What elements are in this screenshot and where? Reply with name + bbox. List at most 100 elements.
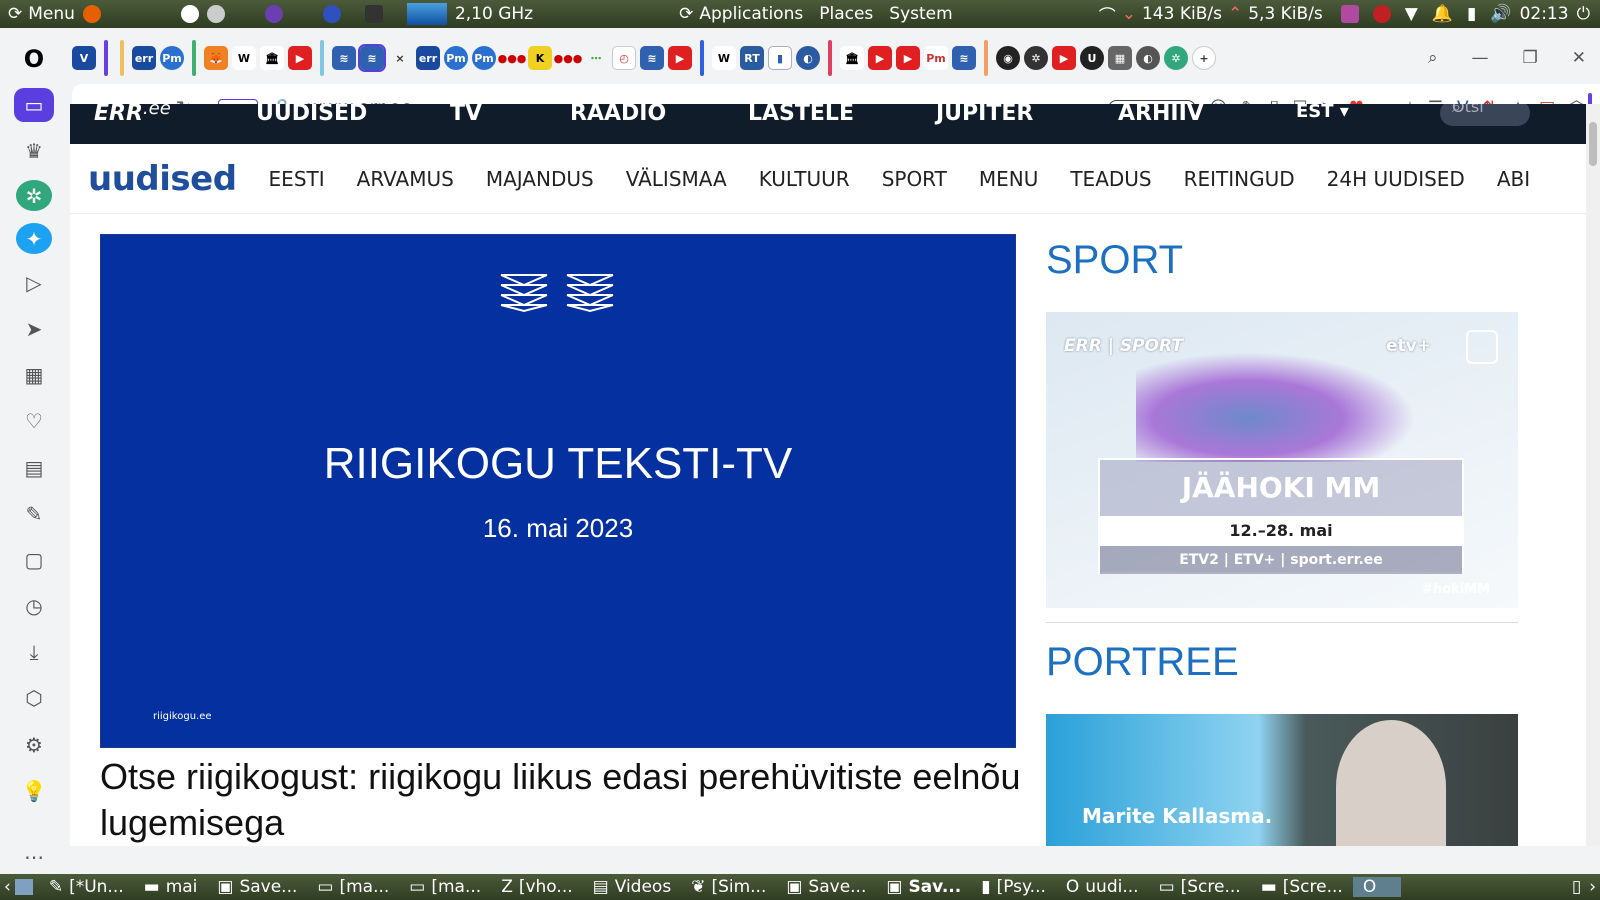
tab-favicon[interactable]: ●●● xyxy=(554,46,583,70)
accessibility-icon[interactable] xyxy=(180,5,199,23)
tab-favicon[interactable]: RT xyxy=(740,46,764,70)
tabs-icon[interactable]: ▢ xyxy=(14,543,54,577)
tab-favicon[interactable]: ◐ xyxy=(796,46,820,70)
taskbar-item[interactable]: O xyxy=(1352,877,1401,897)
firefox-icon[interactable] xyxy=(82,5,101,23)
tab-favicon[interactable]: 🏛 xyxy=(840,46,864,70)
app-tray-icon[interactable] xyxy=(1340,5,1359,23)
heart-icon[interactable]: ♡ xyxy=(14,404,54,438)
search-input[interactable]: Otsi ⌕ xyxy=(1440,104,1530,126)
tab-favicon[interactable]: W xyxy=(232,46,256,70)
nav-reitingud[interactable]: REITINGUD xyxy=(1184,167,1295,191)
tab-favicon[interactable]: Pm xyxy=(924,46,948,70)
taskbar-item[interactable]: ❦ [Sim... xyxy=(681,877,776,897)
tab-search-icon[interactable]: ⌕ xyxy=(1428,48,1438,68)
tab-favicon[interactable]: ▶ xyxy=(288,46,312,70)
history-icon[interactable]: ◷ xyxy=(14,589,54,623)
tab-favicon[interactable]: ◴ xyxy=(612,46,636,70)
system-menu[interactable]: System xyxy=(881,4,960,24)
tab-favicon[interactable]: err xyxy=(416,46,440,70)
chatgpt-icon[interactable]: ✲ xyxy=(16,180,52,212)
taskbar-right-arrow-icon[interactable]: › xyxy=(1585,877,1600,897)
topnav-tv[interactable]: TV xyxy=(450,104,482,126)
hero-video[interactable]: RIIGIKOGU TEKSTI-TV 16. mai 2023 riigiko… xyxy=(100,234,1016,748)
volume-icon[interactable]: 🔊 xyxy=(1490,4,1511,24)
taskbar-item[interactable]: ▭ [ma... xyxy=(399,877,491,897)
taskbar-item[interactable]: ▤ Videos xyxy=(583,877,682,897)
article-headline[interactable]: Otse riigikogust: riigikogu liikus edasi… xyxy=(100,754,1040,846)
extensions-icon[interactable]: ⬡ xyxy=(14,681,54,715)
tab-favicon[interactable]: ▶ xyxy=(868,46,892,70)
nav-arvamus[interactable]: ARVAMUS xyxy=(357,167,454,191)
tab-favicon[interactable]: ▶ xyxy=(896,46,920,70)
power-icon[interactable]: ⏻ xyxy=(1577,4,1590,24)
twitter-icon[interactable]: ✦ xyxy=(16,223,52,254)
nav-valismaa[interactable]: VÄLISMAA xyxy=(626,167,727,191)
battery-icon[interactable]: ▮ xyxy=(1467,4,1476,24)
notification-icon[interactable]: 🔔 xyxy=(1432,4,1453,24)
tab-favicon[interactable]: ◉ xyxy=(996,46,1020,70)
tab-favicon[interactable]: Pm xyxy=(444,46,468,70)
nav-menu[interactable]: MENU xyxy=(979,167,1039,191)
scrollbar-thumb[interactable] xyxy=(1589,122,1597,166)
network-icon[interactable]: ▼ xyxy=(1405,4,1418,24)
tab-favicon[interactable]: ✲ xyxy=(1024,46,1048,70)
topnav-uudised[interactable]: UUDISED xyxy=(256,104,367,126)
nav-teadus[interactable]: TEADUS xyxy=(1070,167,1151,191)
trash-icon[interactable]: ▯ xyxy=(1568,877,1585,897)
news-icon[interactable]: ▤ xyxy=(14,451,54,485)
tab-favicon[interactable]: K xyxy=(528,46,552,70)
nav-sport[interactable]: SPORT xyxy=(882,167,947,191)
tab-favicon[interactable]: ✲ xyxy=(1164,46,1188,70)
minimize-icon[interactable]: — xyxy=(1472,48,1489,68)
tab-favicon[interactable]: ≋ xyxy=(952,46,976,70)
places-menu[interactable]: Places xyxy=(811,4,881,24)
tab-favicon[interactable]: ≋ xyxy=(332,46,356,70)
tab-favicon[interactable]: V xyxy=(72,46,96,70)
tab-favicon[interactable]: 🦊 xyxy=(204,46,228,70)
taskbar-item[interactable]: ▭ [Scre... xyxy=(1149,877,1251,897)
tab-favicon[interactable]: err xyxy=(132,46,156,70)
show-desktop-icon[interactable] xyxy=(14,879,33,895)
taskbar-item[interactable]: ▭ [ma... xyxy=(307,877,399,897)
err-logo[interactable]: ERR .ee xyxy=(94,104,171,126)
language-selector[interactable]: EST ▾ xyxy=(1296,104,1349,122)
record-icon[interactable] xyxy=(1372,5,1391,23)
taskbar-item[interactable]: ▣ Save... xyxy=(207,877,307,897)
topnav-jupiter[interactable]: JUPITER xyxy=(936,104,1033,126)
active-tab[interactable]: ≋ xyxy=(358,44,386,72)
reading-mode-icon[interactable]: ▭ xyxy=(14,88,54,123)
edit-icon[interactable]: ✎ xyxy=(14,497,54,531)
topnav-arhiiv[interactable]: ARHIIV xyxy=(1118,104,1204,126)
tab-favicon[interactable]: 🏛 xyxy=(260,46,284,70)
tab-favicon[interactable]: ▶ xyxy=(668,46,692,70)
topnav-lastele[interactable]: LASTELE xyxy=(748,104,854,126)
podcast-icon[interactable] xyxy=(264,5,283,23)
tab-favicon[interactable]: Pm xyxy=(472,46,496,70)
taskbar-item[interactable]: Ouudi... xyxy=(1056,877,1149,897)
sport-promo-card[interactable]: ERR | SPORT etv+ JÄÄHOKI MM 12.–28. mai … xyxy=(1046,312,1518,608)
settings-icon[interactable] xyxy=(206,5,225,23)
taskbar-item[interactable]: ▬ [Scre... xyxy=(1251,877,1353,897)
tab-favicon[interactable]: ≋ xyxy=(640,46,664,70)
nav-24h-uudised[interactable]: 24H UUDISED xyxy=(1327,167,1465,191)
menu-button[interactable]: ⟳ Menu xyxy=(0,4,83,24)
taskbar-item[interactable]: ▣ Save... xyxy=(776,877,876,897)
sport-heading[interactable]: SPORT xyxy=(1046,238,1183,283)
nav-majandus[interactable]: MAJANDUS xyxy=(486,167,594,191)
applications-menu[interactable]: ⟳ Applications xyxy=(671,4,811,24)
downloads-icon[interactable]: ⤓ xyxy=(14,635,54,669)
taskbar-item[interactable]: ▮ [Psy... xyxy=(971,877,1056,897)
taskbar-item[interactable]: Z [vho... xyxy=(491,877,582,897)
terminal-icon[interactable] xyxy=(364,5,383,23)
taskbar-item[interactable]: ▣ Sav... xyxy=(876,877,971,897)
crown-icon[interactable]: ♛ xyxy=(14,134,54,168)
tab-favicon[interactable]: W xyxy=(712,46,736,70)
new-tab-icon[interactable]: + xyxy=(1192,46,1216,70)
player-icon[interactable]: ▷ xyxy=(14,266,54,300)
tab-close-icon[interactable]: × xyxy=(388,46,412,70)
nav-eesti[interactable]: EESTI xyxy=(269,167,325,191)
tab-favicon[interactable]: ▦ xyxy=(1108,46,1132,70)
topnav-raadio[interactable]: RAADIO xyxy=(570,104,666,126)
send-icon[interactable]: ➤ xyxy=(14,312,54,346)
